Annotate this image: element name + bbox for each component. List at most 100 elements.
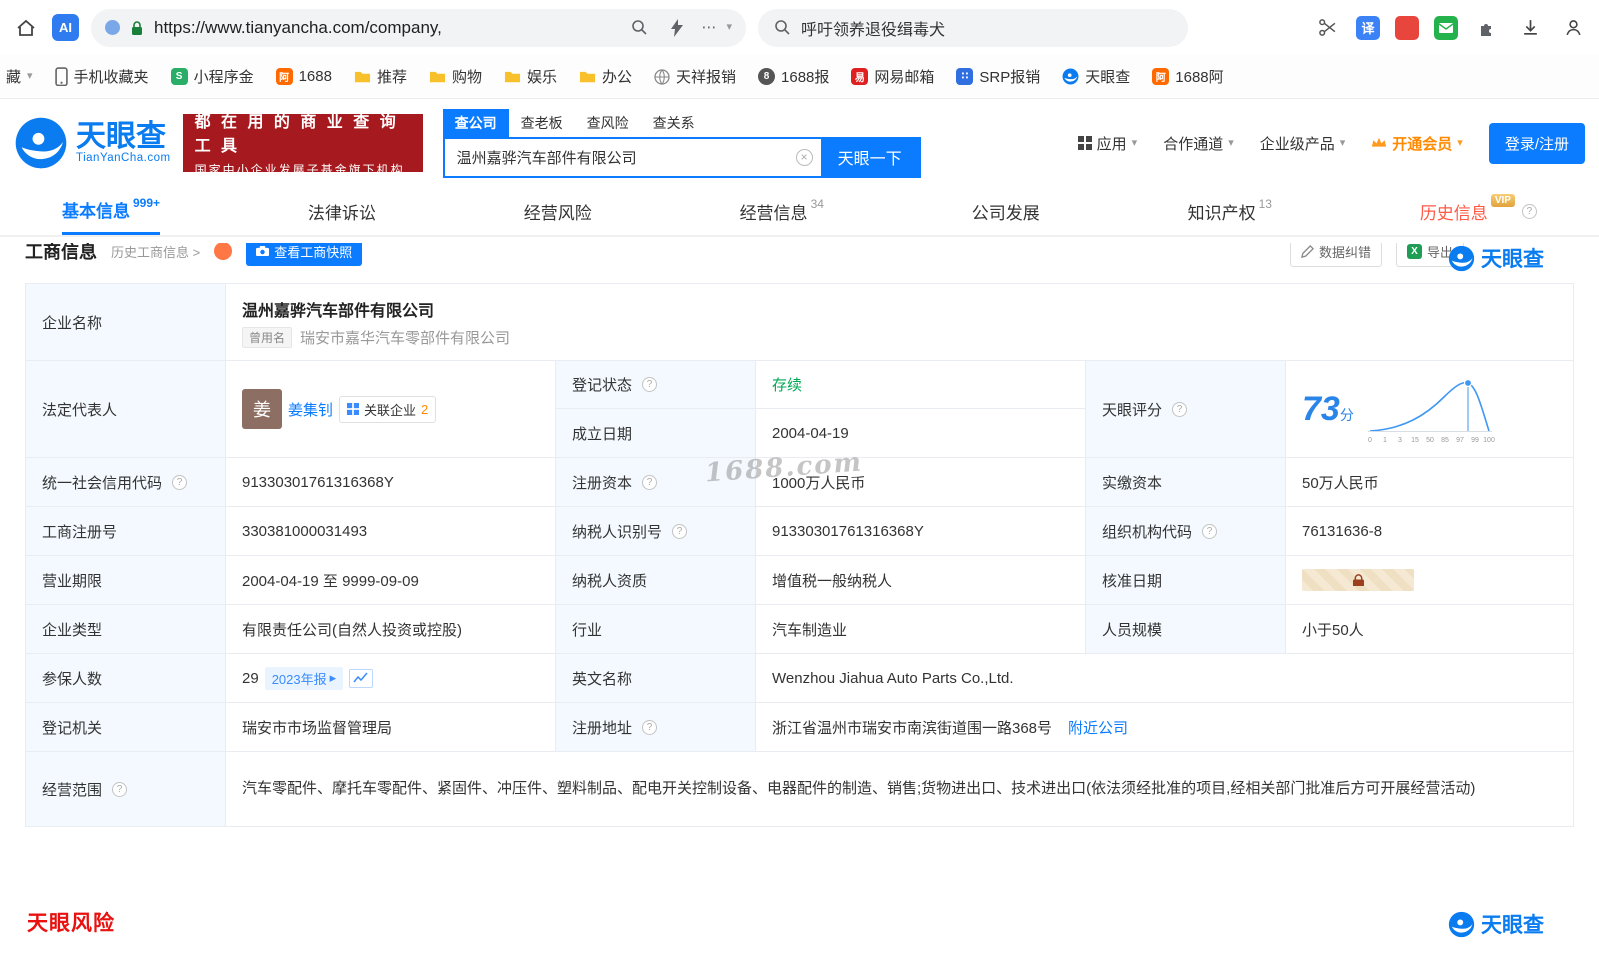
locked-value[interactable] — [1302, 569, 1414, 591]
translate-icon[interactable]: 译 — [1356, 15, 1380, 40]
help-icon[interactable]: ? — [642, 474, 658, 490]
scissors-icon[interactable] — [1313, 14, 1341, 42]
tag-label: 关联企业 — [364, 402, 417, 418]
tianyancha-logo[interactable]: 天眼查 TianYanCha.com — [14, 116, 171, 170]
credit-code-value: 91330301761316368Y — [226, 458, 556, 506]
reg-address-cell: 浙江省温州市瑞安市南滨街道围一路368号 附近公司 — [756, 703, 1573, 751]
taxpayer-id-value: 91330301761316368Y — [756, 507, 1086, 555]
bookmark-folder[interactable]: 推荐 — [354, 66, 407, 87]
company-type-label: 企业类型 — [26, 605, 226, 653]
download-icon[interactable] — [1516, 14, 1544, 42]
more-icon[interactable]: ⋯ — [701, 20, 716, 35]
data-correction-button[interactable]: 数据纠错 — [1289, 243, 1382, 267]
site-info-icon[interactable] — [105, 20, 120, 35]
bookmark-folder[interactable]: 娱乐 — [504, 66, 557, 87]
help-icon[interactable]: ? — [172, 474, 188, 490]
tyc-score-label: 天眼评分? — [1086, 361, 1286, 457]
help-icon[interactable]: ? — [1521, 203, 1537, 219]
paid-capital-value: 50万人民币 — [1286, 458, 1573, 506]
company-type-value: 有限责任公司(自然人投资或控股) — [226, 605, 556, 653]
tab-company-development[interactable]: 公司发展 — [972, 187, 1040, 235]
history-registry-link[interactable]: 历史工商信息 > — [111, 243, 200, 261]
tyc-score-cell[interactable]: 73分 0 1 3 15 50 85 97 99 100 — [1286, 361, 1573, 457]
help-icon[interactable]: ? — [1172, 401, 1188, 417]
bookmark-item[interactable]: 8 1688报 — [758, 66, 829, 87]
legal-rep-link[interactable]: 姜集钊 — [288, 399, 333, 420]
bookmark-item[interactable]: 天眼查 — [1062, 66, 1130, 87]
svg-text:0: 0 — [1368, 437, 1372, 444]
english-name-value: Wenzhou Jiahua Auto Parts Co.,Ltd. — [756, 654, 1573, 702]
menu-label: 应用 — [1096, 135, 1127, 153]
browser-search-box[interactable]: 呼吁领养退役缉毒犬 — [758, 8, 1188, 47]
srp-icon: ∷ — [956, 68, 974, 85]
menu-partner-channel[interactable]: 合作通道 ▾ — [1163, 133, 1234, 154]
bookmark-folder[interactable]: 办公 — [579, 66, 632, 87]
bookmark-item[interactable]: 天祥报销 — [654, 66, 736, 87]
tab-basic-info[interactable]: 基本信息 999+ — [62, 187, 161, 235]
phone-icon — [54, 67, 68, 86]
bookmark-item[interactable]: 阿 1688阿 — [1152, 66, 1224, 87]
related-companies-tag[interactable]: 关联企业 2 — [339, 395, 437, 423]
help-icon[interactable]: ? — [1202, 523, 1218, 539]
promo-icon[interactable] — [214, 243, 233, 260]
snapshot-button[interactable]: 查看工商快照 — [246, 243, 363, 266]
tab-intellectual-property[interactable]: 知识产权 13 — [1188, 187, 1272, 235]
search-submit-button[interactable]: 天眼一下 — [820, 138, 919, 176]
help-icon[interactable]: ? — [642, 377, 658, 392]
tab-search-relation[interactable]: 查关系 — [641, 109, 707, 137]
bookmark-item[interactable]: 阿 1688 — [275, 68, 332, 85]
profile-icon[interactable] — [1559, 14, 1587, 42]
help-icon[interactable]: ? — [642, 719, 658, 735]
help-icon[interactable]: ? — [672, 523, 688, 539]
trend-chart-icon[interactable] — [349, 668, 374, 688]
promo-banner[interactable]: 都 在 用 的 商 业 查 询 工 具 国家中小企业发展子基金旗下机构 — [182, 114, 423, 177]
annual-report-badge[interactable]: 2023年报 ▸ — [264, 666, 344, 690]
avatar[interactable]: 姜 — [242, 389, 282, 429]
mail-icon[interactable] — [1434, 15, 1458, 40]
chevron-down-icon[interactable]: ▾ — [726, 22, 732, 33]
tab-search-company[interactable]: 查公司 — [442, 108, 509, 137]
bookmark-label: 1688报 — [781, 69, 830, 86]
lightning-icon[interactable] — [663, 14, 691, 42]
help-icon[interactable]: ? — [112, 781, 128, 797]
folder-icon — [354, 71, 371, 83]
bookmark-label: 推荐 — [376, 69, 407, 86]
bookmark-item[interactable]: S 小程序金 — [170, 66, 254, 87]
nearby-companies-link[interactable]: 附近公司 — [1068, 717, 1128, 738]
menu-apps[interactable]: 应用 ▾ — [1077, 133, 1137, 154]
insured-count: 29 — [242, 669, 259, 687]
bookmark-item[interactable]: 易 网易邮箱 — [851, 66, 934, 87]
tab-business-info[interactable]: 经营信息 34 — [740, 187, 824, 235]
bookmark-item[interactable]: 手机收藏夹 — [54, 66, 149, 87]
reg-status-label: 登记状态? — [556, 361, 756, 409]
menu-enterprise-products[interactable]: 企业级产品 ▾ — [1260, 133, 1346, 154]
home-icon[interactable] — [12, 14, 40, 42]
reg-address: 浙江省温州市瑞安市南滨街道围一路368号 — [772, 719, 1053, 737]
tab-search-boss[interactable]: 查老板 — [509, 109, 575, 137]
url-bar[interactable]: https://www.tianyancha.com/company, ⋯ ▾ — [91, 8, 746, 47]
bookmark-item[interactable]: ∷ SRP报销 — [956, 66, 1040, 87]
tab-history-info[interactable]: 历史信息 VIP ? — [1420, 187, 1537, 235]
svg-text:100: 100 — [1483, 437, 1495, 444]
camera-icon — [256, 245, 270, 257]
link-label: 历史工商信息 — [111, 244, 190, 260]
ai-assistant-icon[interactable]: AI — [52, 14, 79, 41]
score-curve-chart: 0 1 3 15 50 85 97 99 100 — [1367, 378, 1495, 444]
related-count: 2 — [421, 401, 429, 417]
business-term-value: 2004-04-19 至 9999-09-09 — [226, 556, 556, 604]
bookmark-overflow[interactable]: 藏 ▾ — [6, 66, 33, 87]
menu-vip-upgrade[interactable]: 开通会员 ▾ — [1371, 133, 1463, 154]
tab-operation-risk[interactable]: 经营风险 — [524, 187, 592, 235]
zoom-icon[interactable] — [625, 14, 653, 42]
login-register-button[interactable]: 登录/注册 — [1488, 122, 1585, 164]
tab-search-risk[interactable]: 查风险 — [575, 109, 641, 137]
bookmark-folder[interactable]: 购物 — [429, 66, 482, 87]
extensions-puzzle-icon[interactable] — [1473, 14, 1501, 42]
tianyancha-logo-icon — [1448, 245, 1475, 272]
tab-legal-litigation[interactable]: 法律诉讼 — [308, 187, 376, 235]
brand-watermark-top: 天眼查 — [1448, 243, 1544, 273]
clear-icon[interactable]: × — [795, 148, 813, 166]
extension-red-icon[interactable] — [1395, 15, 1419, 40]
site-search-input[interactable] — [444, 148, 796, 166]
company-page-nav: 基本信息 999+ 法律诉讼 经营风险 经营信息 34 公司发展 知识产权 13… — [0, 187, 1599, 237]
